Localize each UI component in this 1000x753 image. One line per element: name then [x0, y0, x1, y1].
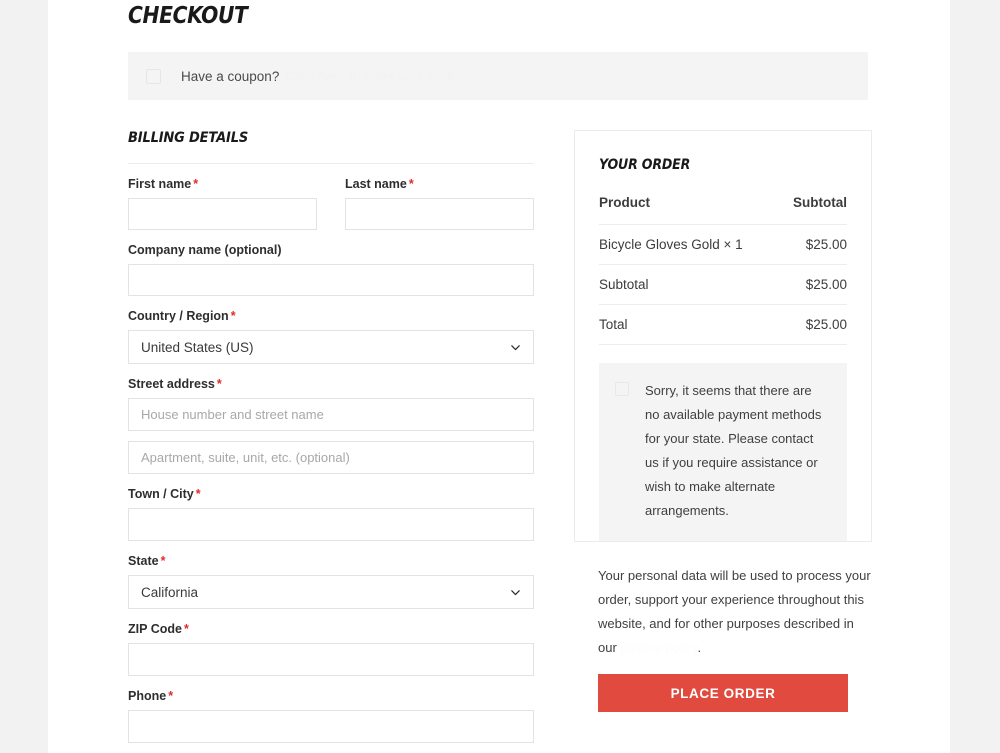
street-address-label-text: Street address: [128, 377, 215, 391]
city-label-text: Town / City: [128, 487, 194, 501]
subtotal-amount: $25.00: [779, 264, 847, 305]
address-line-2-input[interactable]: Apartment, suite, unit, etc. (optional): [128, 441, 534, 474]
field-first-name: First name *: [128, 177, 317, 230]
order-column: YOUR ORDER Product Subtotal Bicycle Glov…: [574, 130, 872, 738]
coupon-prompt: Have a coupon?: [181, 68, 280, 84]
field-spacer: [128, 431, 534, 441]
checkout-columns: BILLING DETAILS First name* Last name*: [128, 130, 872, 753]
info-icon: [615, 382, 629, 396]
order-subtotal-row: Subtotal $25.00: [599, 264, 847, 305]
order-total-row: Total $25.00: [599, 304, 847, 345]
last-name-label-text: Last name: [345, 177, 407, 191]
page-container: CHECKOUT Have a coupon? Click here to en…: [48, 0, 950, 753]
field-phone: Phone *: [128, 689, 534, 743]
privacy-period: .: [697, 640, 702, 655]
tag-icon: [146, 68, 161, 84]
field-company: Company name (optional): [128, 243, 534, 296]
page-title: CHECKOUT: [128, 3, 248, 29]
city-label: Town / City *: [128, 487, 534, 501]
privacy-policy-link[interactable]: privacy policy: [620, 640, 697, 655]
first-name-label: First name *: [128, 177, 317, 191]
zip-label-text: ZIP Code: [128, 622, 182, 636]
column-header-subtotal: Subtotal: [779, 195, 847, 225]
state-label: State *: [128, 554, 534, 568]
field-last-name: Last name *: [345, 177, 534, 230]
street-address-input[interactable]: House number and street name: [128, 398, 534, 431]
line-item-amount: $25.00: [779, 224, 847, 265]
payment-unavailable-notice: Sorry, it seems that there are no availa…: [599, 363, 847, 541]
company-input[interactable]: [128, 264, 534, 296]
street-address-label: Street address *: [128, 377, 534, 391]
notice-text: Sorry, it seems that there are no availa…: [645, 383, 822, 518]
zip-input[interactable]: [128, 643, 534, 676]
field-state: State * California: [128, 554, 534, 609]
country-select[interactable]: United States (US): [128, 330, 534, 364]
required-marker: *: [195, 487, 201, 501]
required-marker: *: [183, 622, 189, 636]
column-header-product: Product: [599, 195, 780, 225]
coupon-link[interactable]: Click here to enter your code: [285, 69, 458, 84]
company-label: Company name (optional): [128, 243, 282, 257]
phone-input[interactable]: [128, 710, 534, 743]
place-order-container: PLACE ORDER: [574, 674, 872, 738]
last-name-label: Last name *: [345, 177, 534, 191]
billing-column: BILLING DETAILS First name* Last name*: [128, 130, 534, 753]
country-selected-value: United States (US): [141, 339, 254, 355]
country-label: Country / Region *: [128, 309, 534, 323]
total-amount: $25.00: [779, 304, 847, 345]
zip-label: ZIP Code *: [128, 622, 534, 636]
phone-label: Phone *: [128, 689, 534, 703]
required-marker: *: [408, 177, 414, 191]
city-input[interactable]: [128, 508, 534, 541]
field-country: Country / Region * United States (US): [128, 309, 534, 364]
field-street-address: Street address * House number and street …: [128, 377, 534, 431]
name-row: First name * Last name *: [128, 164, 534, 230]
order-panel: YOUR ORDER Product Subtotal Bicycle Glov…: [574, 130, 872, 542]
order-title: YOUR ORDER: [599, 157, 691, 173]
coupon-bar[interactable]: Have a coupon? Click here to enter your …: [128, 52, 868, 100]
total-label: Total: [599, 304, 780, 345]
first-name-input[interactable]: [128, 198, 317, 230]
required-marker: *: [230, 309, 236, 323]
first-name-label-text: First name: [128, 177, 192, 191]
state-selected-value: California: [141, 584, 199, 600]
privacy-policy-text: Your personal data will be used to proce…: [574, 564, 872, 660]
subtotal-label: Subtotal: [599, 264, 780, 305]
chevron-down-icon: [511, 344, 520, 350]
country-label-text: Country / Region: [128, 309, 229, 323]
state-select[interactable]: California: [128, 575, 534, 609]
billing-section-title: BILLING DETAILS: [128, 130, 249, 146]
field-city: Town / City *: [128, 487, 534, 541]
place-order-button[interactable]: PLACE ORDER: [598, 674, 848, 712]
field-zip: ZIP Code *: [128, 622, 534, 676]
required-marker: *: [216, 377, 222, 391]
required-marker: *: [160, 554, 166, 568]
order-line-item: Bicycle Gloves Gold × 1 $25.00: [599, 224, 847, 265]
phone-label-text: Phone: [128, 689, 167, 703]
last-name-input[interactable]: [345, 198, 534, 230]
required-marker: *: [168, 689, 174, 703]
chevron-down-icon: [511, 589, 520, 595]
order-table: Product Subtotal Bicycle Gloves Gold × 1…: [599, 195, 847, 345]
required-marker: *: [193, 177, 199, 191]
checkout-content: CHECKOUT Have a coupon? Click here to en…: [128, 0, 872, 753]
state-label-text: State: [128, 554, 159, 568]
line-item-name: Bicycle Gloves Gold × 1: [599, 224, 780, 265]
order-table-header-row: Product Subtotal: [599, 195, 847, 225]
